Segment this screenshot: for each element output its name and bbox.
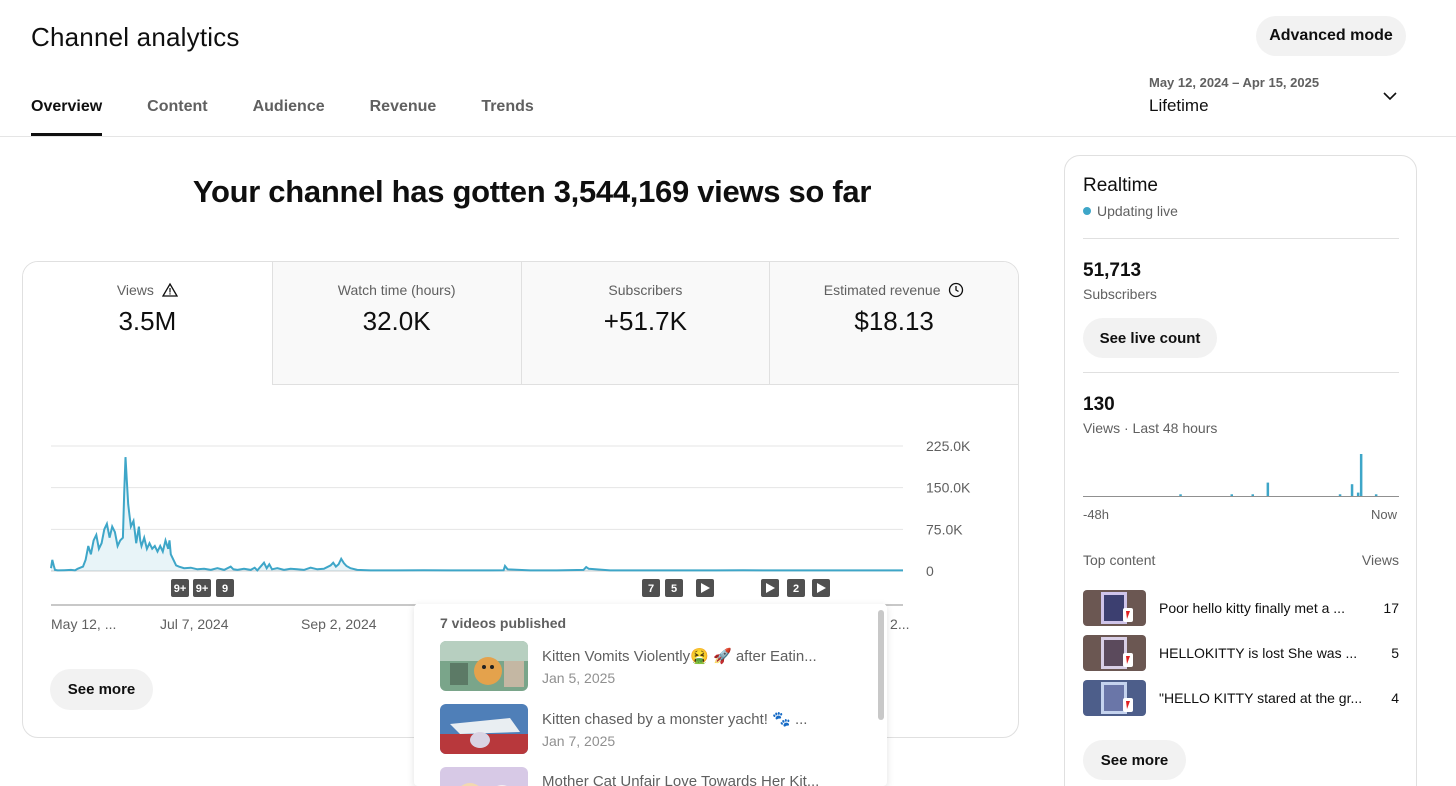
x-tick-label: May 12, ... <box>51 616 116 632</box>
marker-label: 9+ <box>174 583 187 595</box>
see-live-count-button[interactable]: See live count <box>1083 318 1217 358</box>
top-content-header: Top content Views <box>1083 552 1399 568</box>
page-title: Channel analytics <box>31 22 240 52</box>
video-date: Jan 5, 2025 <box>542 670 616 686</box>
popup-video-item[interactable]: Kitten chased by a monster yacht! 🐾 ... … <box>440 704 807 756</box>
video-thumbnail <box>1083 680 1146 716</box>
realtime-bar[interactable] <box>1179 494 1182 496</box>
y-tick-label: 75.0K <box>926 521 963 537</box>
top-views-label: Views <box>1361 552 1399 568</box>
chevron-down-icon[interactable] <box>1380 86 1400 106</box>
video-thumbnail <box>440 704 528 754</box>
x-tick-label: Jul 7, 2024 <box>160 616 229 632</box>
date-period-select[interactable]: Lifetime <box>1149 96 1209 116</box>
realtime-bar[interactable] <box>1374 494 1378 496</box>
tab-content[interactable]: Content <box>147 98 207 136</box>
subscribers-label: Subscribers <box>1083 286 1157 302</box>
y-tick-label: 225.0K <box>926 438 971 454</box>
tab-trends[interactable]: Trends <box>481 98 533 136</box>
views-area <box>51 457 903 571</box>
video-thumbnail <box>440 641 528 691</box>
popup-video-item[interactable]: Kitten Vomits Violently🤮 🚀 after Eatin..… <box>440 641 817 693</box>
tab-revenue[interactable]: Revenue <box>370 98 437 136</box>
see-more-button[interactable]: See more <box>50 669 153 710</box>
tab-overview[interactable]: Overview <box>31 98 103 136</box>
realtime-bar[interactable] <box>1350 484 1354 496</box>
realtime-views-chart[interactable] <box>1083 446 1399 498</box>
subscribers-count: 51,713 <box>1083 260 1142 281</box>
popup-video-item[interactable]: Mother Cat Unfair Love Towards Her Kit..… <box>440 767 819 786</box>
tab-bar: Overview Content Audience Revenue Trends <box>31 98 579 136</box>
y-tick-label: 0 <box>926 563 934 579</box>
views-headline: Your channel has gotten 3,544,169 views … <box>192 174 872 209</box>
marker-label: 9 <box>222 583 228 595</box>
views-line[interactable] <box>50 457 903 572</box>
analytics-page: Channel analytics Advanced mode Overview… <box>0 0 1456 786</box>
realtime-bar[interactable] <box>1356 492 1360 496</box>
top-content-title: "HELLO KITTY stared at the gr... <box>1159 690 1363 706</box>
realtime-bar[interactable] <box>1266 482 1270 496</box>
divider <box>1083 238 1399 239</box>
views-chart[interactable]: 225.0K 150.0K 75.0K 0 9+ 9+ 9 7 5 2 May 12, ... Jul… <box>23 262 1019 662</box>
top-content-label: Top content <box>1083 552 1156 568</box>
header-divider <box>0 136 1456 137</box>
top-content-row[interactable]: Poor hello kitty finally met a ... 17 <box>1083 590 1399 626</box>
top-content-views: 5 <box>1391 645 1399 661</box>
axis-start-label: -48h <box>1083 507 1110 522</box>
marker-label: 2 <box>793 583 799 595</box>
marker-label: 5 <box>671 583 677 595</box>
marker-label: 7 <box>648 583 654 595</box>
realtime-views-label: Views · Last 48 hours <box>1083 420 1218 436</box>
divider <box>1083 372 1399 373</box>
advanced-mode-button[interactable]: Advanced mode <box>1256 16 1406 56</box>
realtime-bar[interactable] <box>1359 454 1363 496</box>
axis-end-label: Now <box>1371 507 1398 522</box>
tab-audience[interactable]: Audience <box>253 98 325 136</box>
video-title: Mother Cat Unfair Love Towards Her Kit..… <box>542 773 820 786</box>
video-title: Kitten chased by a monster yacht! 🐾 ... <box>542 711 808 728</box>
realtime-card: Realtime Updating live 51,713 Subscriber… <box>1064 155 1417 786</box>
top-content-views: 4 <box>1391 690 1399 706</box>
video-date: Jan 7, 2025 <box>542 733 616 749</box>
top-content-views: 17 <box>1383 600 1399 616</box>
video-thumbnail <box>1083 635 1146 671</box>
realtime-status: Updating live <box>1083 203 1178 219</box>
realtime-status-text: Updating live <box>1097 203 1178 219</box>
top-content-title: HELLOKITTY is lost She was ... <box>1159 645 1358 661</box>
live-dot-icon <box>1083 207 1091 215</box>
realtime-views-count: 130 <box>1083 394 1115 415</box>
top-content-title: Poor hello kitty finally met a ... <box>1159 600 1345 616</box>
date-range-text[interactable]: May 12, 2024 – Apr 15, 2025 <box>1149 75 1319 90</box>
marker-label: 9+ <box>196 583 209 595</box>
realtime-title: Realtime <box>1083 175 1158 196</box>
video-title: Kitten Vomits Violently🤮 🚀 after Eatin..… <box>542 648 817 665</box>
realtime-bar[interactable] <box>1338 494 1342 496</box>
videos-published-popup: 7 videos published Kitten Vomits Violent… <box>414 604 887 786</box>
realtime-bar[interactable] <box>1251 494 1255 496</box>
realtime-see-more-button[interactable]: See more <box>1083 740 1186 780</box>
x-tick-label: Sep 2, 2024 <box>301 616 377 632</box>
video-thumbnail <box>440 767 528 786</box>
top-content-row[interactable]: "HELLO KITTY stared at the gr... 4 <box>1083 680 1399 716</box>
realtime-bar[interactable] <box>1230 494 1234 496</box>
popup-title: 7 videos published <box>440 615 567 631</box>
y-tick-label: 150.0K <box>926 480 971 496</box>
top-content-row[interactable]: HELLOKITTY is lost She was ... 5 <box>1083 635 1399 671</box>
video-thumbnail <box>1083 590 1146 626</box>
popup-scrollbar[interactable] <box>878 610 884 720</box>
